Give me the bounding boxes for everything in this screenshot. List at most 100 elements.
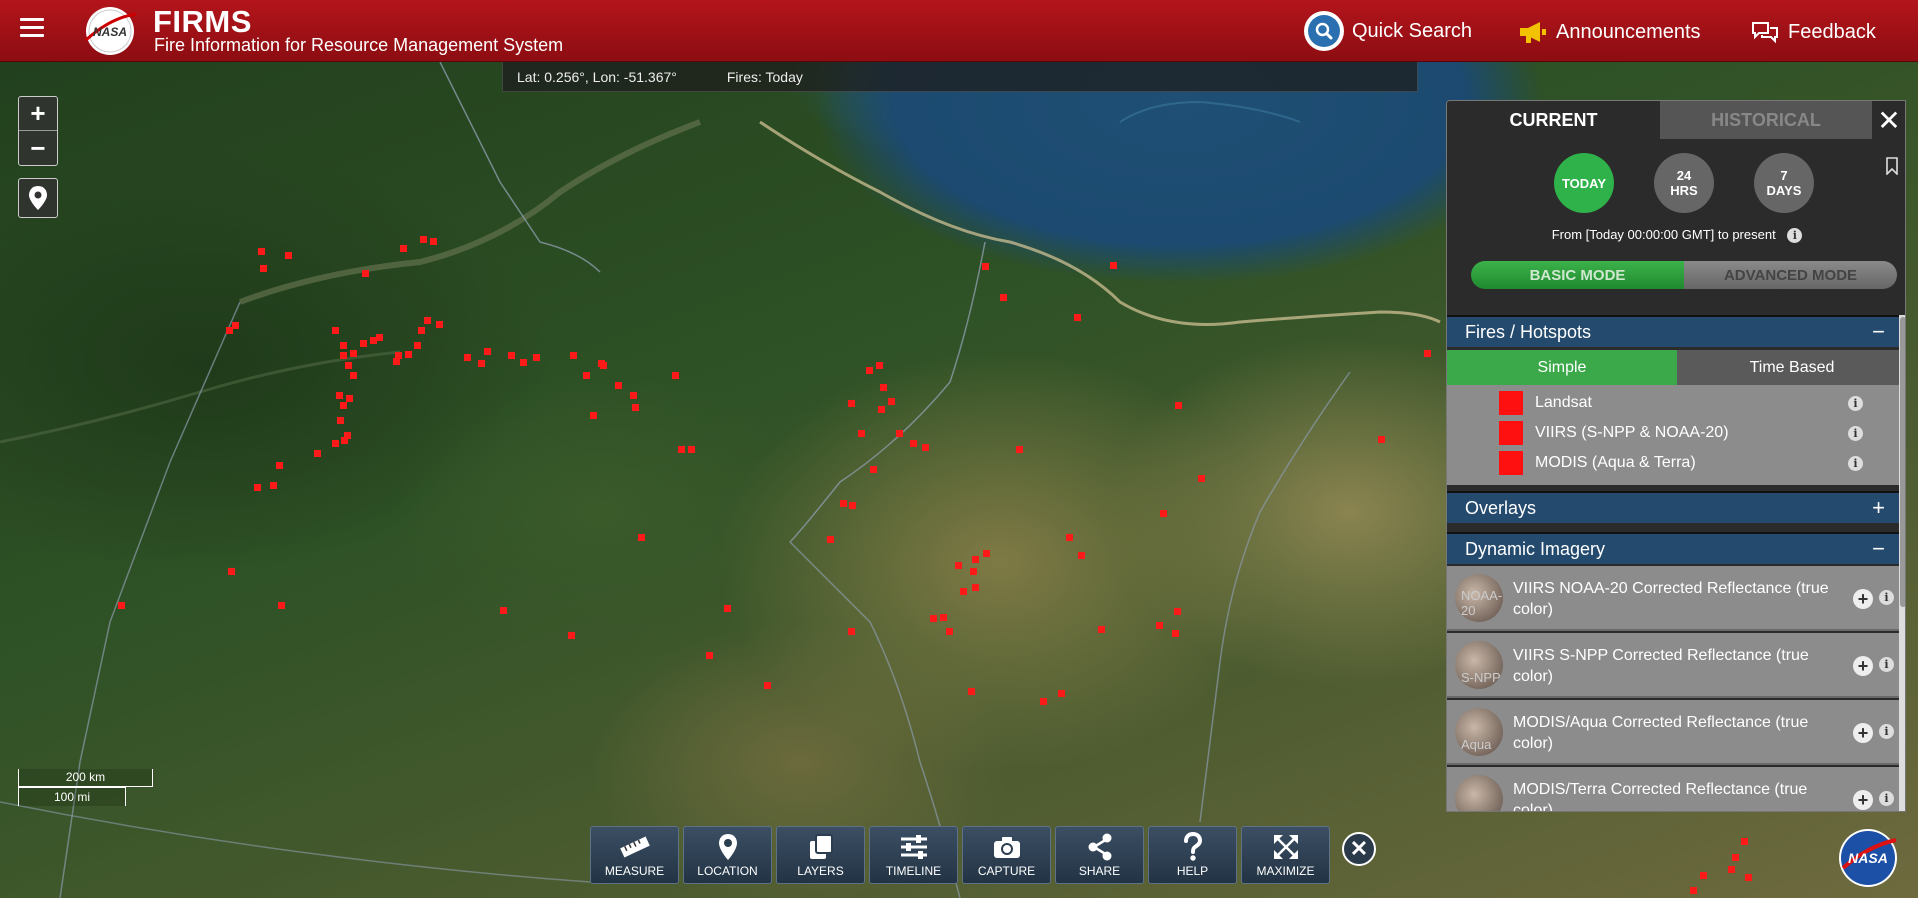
info-icon[interactable]: i bbox=[1879, 791, 1894, 806]
locate-button[interactable] bbox=[18, 178, 58, 218]
fire-hotspot[interactable] bbox=[1098, 626, 1105, 633]
toolbar-close-button[interactable]: ✕ bbox=[1342, 832, 1376, 866]
fire-hotspot[interactable] bbox=[866, 367, 873, 374]
fire-hotspot[interactable] bbox=[849, 502, 856, 509]
fire-hotspot[interactable] bbox=[764, 682, 771, 689]
fire-hotspot[interactable] bbox=[376, 334, 383, 341]
help-button[interactable]: HELP bbox=[1148, 826, 1237, 884]
fire-hotspot[interactable] bbox=[840, 500, 847, 507]
fire-hotspot[interactable] bbox=[258, 248, 265, 255]
fire-layer-modis[interactable]: MODIS (Aqua & Terra) i bbox=[1499, 450, 1889, 476]
fire-hotspot[interactable] bbox=[414, 342, 421, 349]
info-icon[interactable]: i bbox=[1848, 455, 1863, 471]
fire-hotspot[interactable] bbox=[405, 351, 412, 358]
fire-hotspot[interactable] bbox=[436, 321, 443, 328]
fire-hotspot[interactable] bbox=[930, 615, 937, 622]
fire-hotspot[interactable] bbox=[1000, 294, 1007, 301]
fire-hotspot[interactable] bbox=[285, 252, 292, 259]
fire-layer-viirs[interactable]: VIIRS (S-NPP & NOAA-20) i bbox=[1499, 420, 1889, 446]
tab-current[interactable]: CURRENT bbox=[1447, 101, 1660, 139]
measure-button[interactable]: MEASURE bbox=[590, 826, 679, 884]
imagery-section-header[interactable]: Dynamic Imagery − bbox=[1447, 532, 1905, 564]
fire-hotspot[interactable] bbox=[232, 322, 239, 329]
fire-hotspot[interactable] bbox=[226, 327, 233, 334]
fire-hotspot[interactable] bbox=[1074, 314, 1081, 321]
fire-hotspot[interactable] bbox=[638, 534, 645, 541]
fire-hotspot[interactable] bbox=[276, 462, 283, 469]
fire-hotspot[interactable] bbox=[340, 352, 347, 359]
imagery-item[interactable]: S-NPP VIIRS S-NPP Corrected Reflectance … bbox=[1447, 633, 1905, 698]
fire-hotspot[interactable] bbox=[332, 327, 339, 334]
fire-hotspot[interactable] bbox=[1066, 534, 1073, 541]
fire-hotspot[interactable] bbox=[478, 360, 485, 367]
fire-hotspot[interactable] bbox=[955, 562, 962, 569]
fire-hotspot[interactable] bbox=[464, 354, 471, 361]
range-7days-button[interactable]: 7 DAYS bbox=[1754, 153, 1814, 213]
fire-hotspot[interactable] bbox=[1110, 262, 1117, 269]
fire-hotspot[interactable] bbox=[344, 432, 351, 439]
panel-close-button[interactable]: ✕ bbox=[1872, 101, 1905, 139]
fire-hotspot[interactable] bbox=[1378, 436, 1385, 443]
fire-hotspot[interactable] bbox=[362, 270, 369, 277]
add-layer-button[interactable]: + bbox=[1853, 589, 1873, 609]
fire-hotspot[interactable] bbox=[960, 588, 967, 595]
fire-hotspot[interactable] bbox=[350, 372, 357, 379]
fire-hotspot[interactable] bbox=[520, 359, 527, 366]
fire-hotspot[interactable] bbox=[278, 602, 285, 609]
fire-hotspot[interactable] bbox=[1160, 510, 1167, 517]
maximize-button[interactable]: MAXIMIZE bbox=[1241, 826, 1330, 884]
timeline-button[interactable]: TIMELINE bbox=[869, 826, 958, 884]
fire-hotspot[interactable] bbox=[1172, 630, 1179, 637]
fire-hotspot[interactable] bbox=[1156, 622, 1163, 629]
fire-hotspot[interactable] bbox=[508, 352, 515, 359]
fire-hotspot[interactable] bbox=[400, 245, 407, 252]
fire-color-swatch[interactable] bbox=[1499, 451, 1523, 475]
fire-hotspot[interactable] bbox=[678, 446, 685, 453]
fire-hotspot[interactable] bbox=[848, 400, 855, 407]
fire-hotspot[interactable] bbox=[395, 352, 402, 359]
fire-hotspot[interactable] bbox=[500, 607, 507, 614]
fire-hotspot[interactable] bbox=[360, 340, 367, 347]
announcements-button[interactable]: Announcements bbox=[1518, 20, 1701, 44]
fire-color-swatch[interactable] bbox=[1499, 421, 1523, 445]
info-icon[interactable]: i bbox=[1848, 395, 1863, 411]
fire-hotspot[interactable] bbox=[910, 440, 917, 447]
fire-hotspot[interactable] bbox=[922, 444, 929, 451]
info-icon[interactable]: i bbox=[1879, 657, 1894, 672]
fire-hotspot[interactable] bbox=[1198, 475, 1205, 482]
fires-section-header[interactable]: Fires / Hotspots − bbox=[1447, 315, 1905, 347]
tab-historical[interactable]: HISTORICAL bbox=[1660, 101, 1872, 139]
fire-hotspot[interactable] bbox=[270, 482, 277, 489]
nasa-logo[interactable]: NASA bbox=[82, 6, 138, 56]
fire-hotspot[interactable] bbox=[430, 238, 437, 245]
fire-hotspot[interactable] bbox=[632, 404, 639, 411]
fire-hotspot[interactable] bbox=[968, 688, 975, 695]
location-button[interactable]: LOCATION bbox=[683, 826, 772, 884]
fire-hotspot[interactable] bbox=[418, 327, 425, 334]
fire-hotspot[interactable] bbox=[420, 236, 427, 243]
fire-hotspot[interactable] bbox=[888, 398, 895, 405]
fire-hotspot[interactable] bbox=[1424, 350, 1431, 357]
tab-simple[interactable]: Simple bbox=[1447, 350, 1677, 385]
fire-hotspot[interactable] bbox=[1690, 887, 1697, 894]
fire-hotspot[interactable] bbox=[848, 628, 855, 635]
zoom-out-button[interactable]: − bbox=[19, 131, 57, 165]
fire-hotspot[interactable] bbox=[672, 372, 679, 379]
range-24hrs-button[interactable]: 24 HRS bbox=[1654, 153, 1714, 213]
quick-search-button[interactable]: Quick Search bbox=[1304, 11, 1472, 51]
imagery-item[interactable]: NOAA-20 VIIRS NOAA-20 Corrected Reflecta… bbox=[1447, 566, 1905, 631]
fire-hotspot[interactable] bbox=[946, 628, 953, 635]
fire-hotspot[interactable] bbox=[878, 406, 885, 413]
add-layer-button[interactable]: + bbox=[1853, 723, 1873, 743]
fire-hotspot[interactable] bbox=[336, 392, 343, 399]
fire-hotspot[interactable] bbox=[896, 430, 903, 437]
capture-button[interactable]: CAPTURE bbox=[962, 826, 1051, 884]
fire-hotspot[interactable] bbox=[982, 263, 989, 270]
fire-hotspot[interactable] bbox=[940, 614, 947, 621]
tab-time-based[interactable]: Time Based bbox=[1677, 350, 1905, 385]
fire-hotspot[interactable] bbox=[590, 412, 597, 419]
fire-hotspot[interactable] bbox=[350, 350, 357, 357]
fire-hotspot[interactable] bbox=[870, 466, 877, 473]
share-button[interactable]: SHARE bbox=[1055, 826, 1144, 884]
fire-hotspot[interactable] bbox=[583, 372, 590, 379]
